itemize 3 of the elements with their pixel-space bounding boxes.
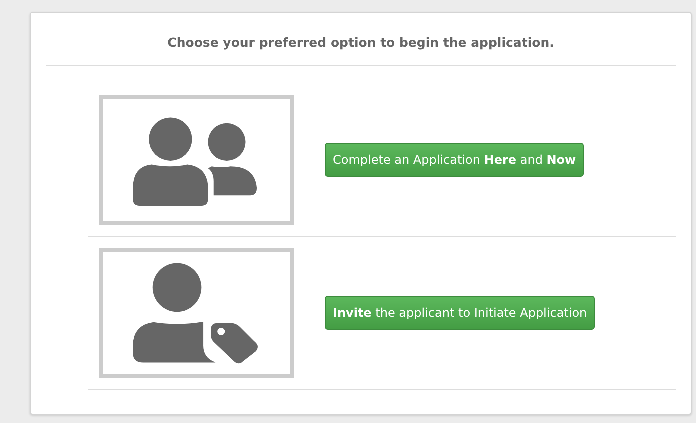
instruction-heading: Choose your preferred option to begin the application. xyxy=(166,35,556,51)
option-button[interactable]: Complete an Application Here and Now xyxy=(325,143,584,177)
option-button[interactable]: Invite the applicant to Initiate Application xyxy=(325,296,596,330)
